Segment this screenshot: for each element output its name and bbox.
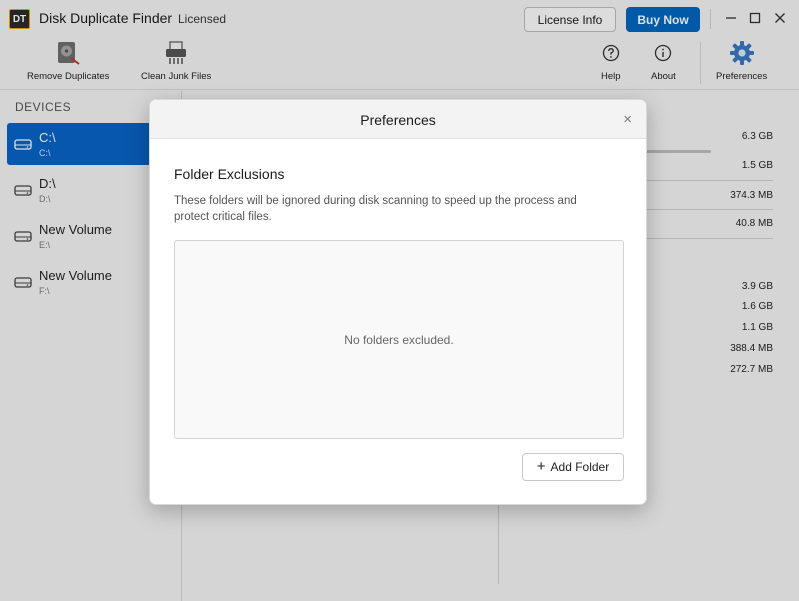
section-title: Folder Exclusions [174, 166, 285, 182]
exclusion-list[interactable]: No folders excluded. [174, 240, 624, 439]
add-folder-label: Add Folder [550, 460, 610, 474]
add-folder-button[interactable]: + Add Folder [522, 453, 624, 481]
empty-message: No folders excluded. [344, 333, 454, 347]
dialog-close-icon[interactable]: × [623, 111, 632, 128]
dialog-header: Preferences × [150, 100, 646, 139]
dialog-title: Preferences [360, 112, 436, 128]
plus-icon: + [536, 458, 546, 475]
preferences-dialog: Preferences × Folder Exclusions These fo… [149, 99, 647, 505]
section-description: These folders will be ignored during dis… [174, 195, 577, 223]
